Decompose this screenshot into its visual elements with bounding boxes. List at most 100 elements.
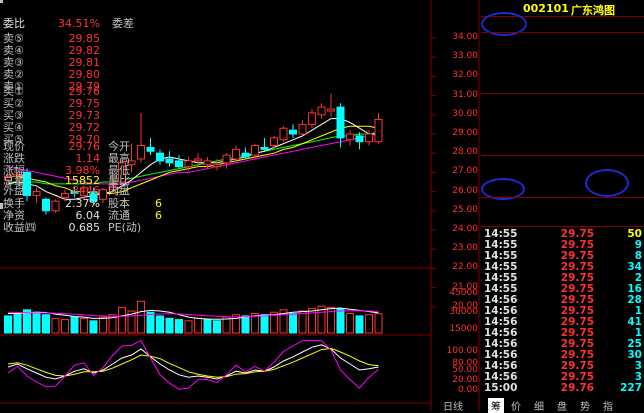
divider [481, 32, 644, 33]
volume-bar [355, 315, 364, 334]
volume-bar [80, 317, 88, 334]
candle-body [336, 106, 345, 139]
candle-body [355, 135, 364, 143]
candle-body [298, 123, 307, 135]
axis-tick-label: 15000 [449, 324, 478, 334]
shouyi-row: 收益㈣ 0.685 PE(动) [0, 222, 163, 234]
trade-volume: 227 [620, 382, 642, 394]
volume-bar [374, 313, 383, 334]
volume-bar [146, 311, 155, 334]
axis-tick-label: 100.00 [446, 346, 479, 356]
axis-tick-label: 34.00 [452, 32, 478, 42]
volume-bar [137, 300, 145, 334]
candle-body [165, 158, 174, 164]
candle-body [194, 158, 202, 162]
axis-tick-label: 23.00 [452, 243, 478, 254]
bottom-tabs: 日线筹价细盘势指 [440, 398, 644, 413]
axis-tick-label: 0.00 [457, 385, 478, 395]
pe-label: PE(动) [108, 221, 142, 234]
candle-body [213, 164, 221, 168]
axis-tick-label: 32.00 [452, 70, 478, 81]
volume-bar [13, 312, 22, 334]
divider [481, 226, 644, 227]
candle-body [346, 133, 354, 141]
axis-tick-label: 25.00 [452, 204, 478, 215]
axis-tick-label: 30.00 [452, 108, 478, 119]
waipan-label: 外盘 [3, 184, 25, 197]
volume-bar [194, 317, 202, 334]
volume-bar [289, 312, 297, 334]
waipan-value: 8446 [72, 184, 100, 197]
weibi-label: 委比 [3, 17, 25, 30]
candle-body [365, 133, 373, 143]
candle-body [270, 137, 278, 147]
volume-bar [260, 314, 269, 334]
axis-tick-label: 31.00 [452, 89, 478, 100]
candle-body [317, 106, 326, 116]
trade-price: 29.76 [560, 382, 594, 394]
candle-body [374, 118, 383, 143]
candle-body [232, 148, 240, 160]
volume-bar [118, 306, 126, 334]
axis-tick-label: 45000 [449, 288, 478, 298]
shouyi-label: 收益㈣ [3, 221, 36, 234]
volume-bar [165, 317, 174, 334]
volume-bar [184, 320, 193, 334]
candle-body [289, 129, 297, 135]
candle-body [279, 127, 288, 141]
candle-body [203, 160, 212, 166]
liutong-value: 6 [155, 209, 162, 222]
volume-bar [156, 315, 164, 334]
divider [481, 197, 644, 198]
axis-tick-label: 24.00 [452, 224, 478, 234]
candle-body [222, 154, 231, 164]
volume-bar [241, 315, 250, 334]
volume-bar [175, 319, 183, 334]
weicha-label: 委差 [112, 17, 134, 30]
volume-bar [232, 314, 240, 334]
axis-tick-label: 27.00 [452, 166, 478, 177]
volume-bar [61, 319, 69, 334]
shouyi-value: 0.685 [68, 221, 101, 234]
waipan-row: 外盘 8446 内盘 [0, 185, 163, 197]
corner-marker [0, 0, 3, 3]
axis-tick-label: 29.00 [452, 128, 478, 138]
neipan-label: 内盘 [108, 184, 130, 197]
kdj-j-line [7, 339, 379, 390]
volume-bar [365, 314, 373, 334]
kdj-k-line [7, 344, 379, 380]
divider [481, 155, 644, 156]
volume-bar [346, 312, 354, 334]
candle-body [251, 145, 259, 156]
volume-bar [70, 316, 79, 334]
axis-tick-label: 33.00 [452, 51, 478, 62]
highlight-circle [585, 169, 629, 197]
candle-body [175, 160, 183, 168]
candle-body [184, 160, 193, 168]
volume-bar [298, 310, 307, 334]
trade-row: 15:00 29.76 227 [481, 382, 644, 394]
stock-code: 002101 [523, 2, 569, 15]
axis-tick-label: 20.00 [452, 375, 478, 385]
axis-tick-label: 22.00 [452, 262, 478, 273]
weibi-row: 委比 34.51% 委差 [0, 18, 163, 30]
axis-tick-label: 26.00 [452, 185, 478, 196]
weibi-value: 34.51% [58, 17, 100, 30]
axis-tick-label: 50.00 [452, 365, 478, 375]
volume-bar [51, 317, 60, 334]
candle-body [308, 112, 316, 125]
candle-body [241, 152, 250, 158]
volume-bar [203, 319, 212, 334]
kdj-d-line [7, 347, 379, 378]
volume-bar [42, 314, 50, 334]
axis-tick-label: 28.00 [452, 147, 478, 158]
volume-bar [89, 320, 98, 334]
volume-bar [32, 311, 41, 334]
volume-bar [99, 316, 107, 334]
volume-bar [4, 315, 12, 334]
trade-time: 15:00 [484, 382, 518, 394]
volume-bar [213, 320, 221, 334]
candle-body [260, 146, 269, 150]
axis-tick-label: 30000 [449, 307, 478, 317]
candle-body [327, 108, 335, 112]
